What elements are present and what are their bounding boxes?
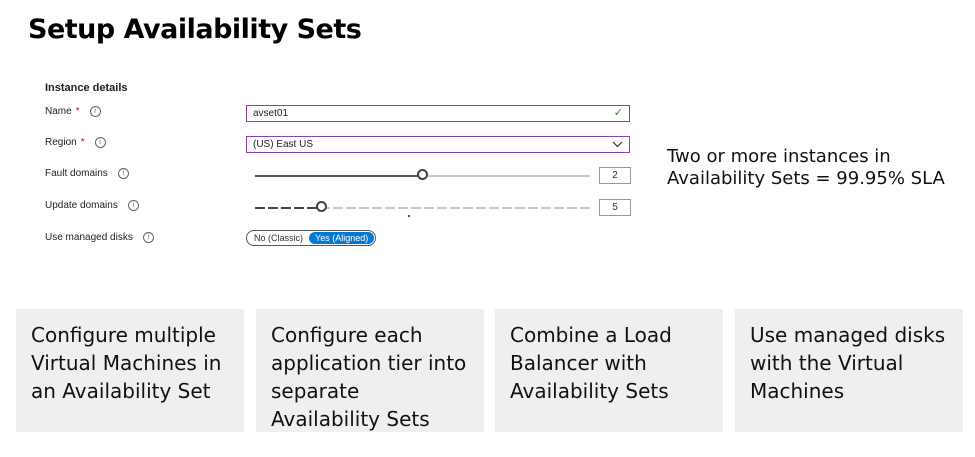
managed-disks-label-row: Use managed disks i	[45, 232, 154, 243]
fault-domains-label-row: Fault domains i	[45, 168, 129, 179]
info-icon[interactable]: i	[89, 106, 101, 117]
update-domains-slider-fill	[255, 207, 322, 209]
update-domains-slider[interactable]	[255, 201, 590, 212]
required-mark: *	[75, 106, 80, 117]
tip-card: Configure multiple Virtual Machines in a…	[16, 309, 244, 432]
chevron-down-icon	[612, 141, 623, 148]
name-label: Name	[45, 106, 72, 117]
update-domains-label: Update domains	[45, 200, 118, 211]
section-title: Instance details	[45, 82, 128, 94]
fault-domains-slider-thumb[interactable]	[417, 169, 428, 180]
name-label-row: Name * i	[45, 106, 101, 117]
page-title: Setup Availability Sets	[28, 14, 362, 45]
region-label-row: Region * i	[45, 137, 106, 148]
sla-note-line2: Availability Sets = 99.95% SLA	[667, 168, 945, 189]
tip-card: Combine a Load Balancer with Availabilit…	[495, 309, 723, 432]
fault-domains-slider[interactable]	[255, 169, 590, 180]
info-icon[interactable]: i	[142, 232, 154, 243]
tip-card: Configure each application tier into sep…	[256, 309, 484, 432]
check-icon: ✓	[613, 107, 623, 119]
info-icon[interactable]: i	[117, 168, 129, 179]
slider-tick	[408, 215, 410, 217]
name-input[interactable]: avset01 ✓	[246, 105, 630, 122]
info-icon[interactable]: i	[127, 200, 139, 211]
update-domains-slider-thumb[interactable]	[316, 201, 327, 212]
fault-domains-value[interactable]: 2	[599, 167, 631, 184]
fault-domains-label: Fault domains	[45, 168, 108, 179]
sla-note: Two or more instances in Availability Se…	[667, 146, 967, 190]
region-label: Region	[45, 137, 77, 148]
fault-domains-slider-fill	[255, 175, 423, 177]
sla-note-line1: Two or more instances in	[667, 146, 891, 167]
update-domains-label-row: Update domains i	[45, 200, 139, 211]
region-select-value: (US) East US	[253, 139, 314, 150]
info-icon[interactable]: i	[94, 137, 106, 148]
tip-card: Use managed disks with the Virtual Machi…	[735, 309, 963, 432]
name-input-value: avset01	[253, 108, 289, 119]
option-no-classic[interactable]: No (Classic)	[248, 232, 309, 244]
option-yes-aligned[interactable]: Yes (Aligned)	[309, 232, 375, 244]
region-select[interactable]: (US) East US	[246, 136, 630, 153]
update-domains-value[interactable]: 5	[599, 199, 631, 216]
required-mark: *	[80, 137, 85, 148]
managed-disks-label: Use managed disks	[45, 232, 133, 243]
managed-disks-toggle[interactable]: No (Classic) Yes (Aligned)	[246, 230, 377, 246]
